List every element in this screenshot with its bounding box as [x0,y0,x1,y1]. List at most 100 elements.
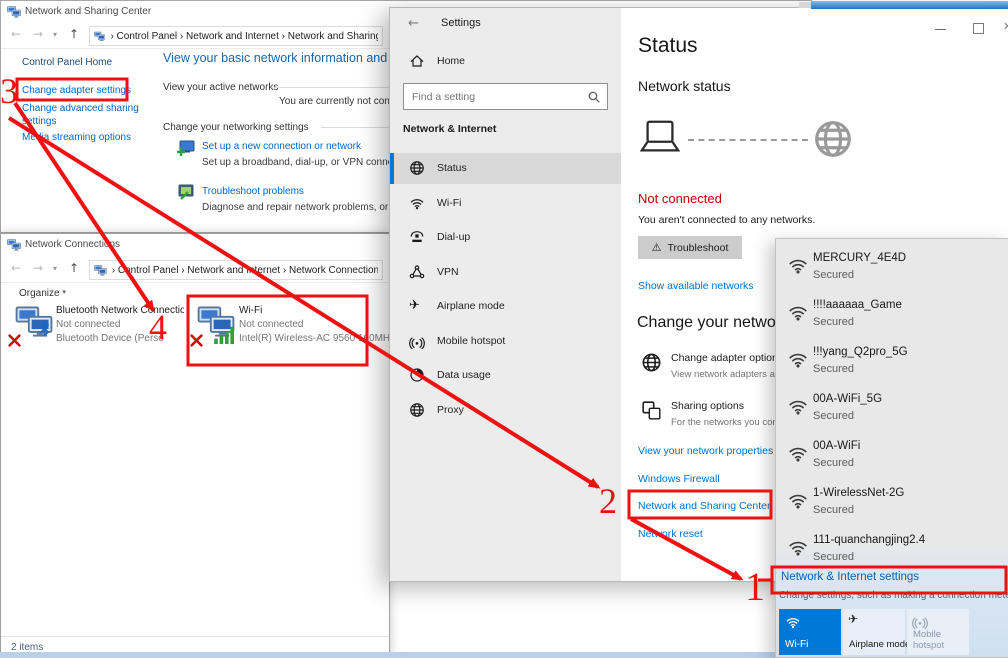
network-internet-settings-link[interactable]: Network & Internet settings [781,571,919,583]
forward-arrow-icon[interactable]: → [33,262,43,274]
adapter-name: Bluetooth Network Connection [56,305,184,316]
signal-bars-icon [213,326,237,344]
search-icon [587,90,601,104]
background-window-titlebar [811,1,1008,9]
change-adapter-options-link[interactable]: Change adapter options [671,352,783,364]
taskbar-edge [0,652,780,658]
sidebar-item-airplane-mode[interactable]: ✈ Airplane mode [390,291,621,322]
connection-state-desc: You aren't connected to any networks. [638,214,815,226]
adapter-status: Not connected [56,319,121,330]
wifi-signal-icon [787,489,809,511]
statusbar-divider [1,636,389,637]
adapter-device: Intel(R) Wireless-AC 9560 160MHz [239,333,389,344]
organize-label: Organize [19,288,60,299]
sidebar-item-proxy[interactable]: Proxy [390,395,621,426]
close-button[interactable]: ✕ [1003,20,1008,33]
organize-menu[interactable]: Organize ▾ [19,288,66,299]
up-arrow-icon[interactable]: ↑ [69,262,79,274]
connection-state: Not connected [638,191,722,206]
wifi-signal-icon [787,536,809,558]
wifi-signal-icon [787,442,809,464]
window-title: Network Connections [25,239,120,250]
window-title: Network and Sharing Center [25,6,151,17]
settings-back-arrow[interactable]: ← [408,16,419,31]
maximize-button[interactable] [965,20,991,38]
sidebar-change-advanced-sharing[interactable]: Change advanced sharing settings [22,102,140,128]
proxy-globe-icon [409,402,425,418]
sidebar-item-dialup[interactable]: Dial-up [390,222,621,253]
hotspot-icon [409,333,425,349]
new-connection-icon [177,140,195,157]
internet-globe-icon [812,118,854,160]
network-sharing-center-link[interactable]: Network and Sharing Center [638,500,771,512]
home-icon [409,53,425,69]
minimize-button[interactable] [927,20,953,38]
sidebar-media-streaming[interactable]: Media streaming options [22,132,131,143]
sidebar-item-vpn[interactable]: VPN [390,257,621,288]
sidebar-item-home[interactable]: Home [390,48,621,76]
sharing-options-icon [641,400,662,421]
history-caret-icon[interactable]: ▾ [53,264,57,273]
wifi-signal-icon [787,254,809,276]
breadcrumb[interactable]: › Control Panel › Network and Internet ›… [110,31,378,42]
network-connections-window: Network Connections ← → ▾ ↑ › Control Pa… [0,233,390,658]
sidebar-change-adapter-settings[interactable]: Change adapter settings [22,85,131,96]
history-caret-icon[interactable]: ▾ [53,30,57,39]
disconnected-x-icon [190,334,203,347]
back-arrow-icon[interactable]: ← [11,262,21,274]
adapter-bluetooth[interactable]: Bluetooth Network Connection Not connect… [1,302,187,356]
change-networking-label: Change your networking settings [163,122,309,133]
wifi-signal-icon [787,301,809,323]
back-arrow-icon[interactable]: ← [11,28,21,40]
wifi-network-item[interactable]: 00A-WiFi_5G Secured [776,390,1007,434]
wifi-network-item[interactable]: !!!!aaaaaa_Game Secured [776,296,1007,340]
breadcrumb-icon [94,31,105,42]
sidebar-item-mobile-hotspot[interactable]: Mobile hotspot [390,326,621,357]
search-box[interactable] [403,83,608,110]
mobile-hotspot-tile[interactable]: Mobile hotspot [907,609,969,655]
setup-connection-link[interactable]: Set up a new connection or network [202,141,361,152]
sidebar-item-wifi[interactable]: Wi-Fi [390,188,621,219]
wifi-network-item[interactable]: 111-quanchangjing2.4 Secured [776,531,1007,575]
airplane-mode-tile[interactable]: ✈ Airplane mode [843,609,905,655]
vpn-icon [409,264,425,280]
wifi-network-item[interactable]: 00A-WiFi Secured [776,437,1007,481]
show-available-networks-link[interactable]: Show available networks [638,280,754,292]
search-input[interactable] [412,88,577,105]
address-bar[interactable]: › Control Panel › Network and Internet ›… [89,260,383,280]
wifi-network-item[interactable]: MERCURY_4E4D Secured [776,249,1007,293]
sharing-options-link[interactable]: Sharing options [671,400,744,412]
wifi-network-item[interactable]: 1-WirelessNet-2G Secured [776,484,1007,528]
sidebar-item-data-usage[interactable]: Data usage [390,360,621,391]
breadcrumb-icon [94,265,107,276]
selected-accent-bar [390,153,394,184]
troubleshoot-problems-icon [177,184,195,201]
troubleshoot-problems-link[interactable]: Troubleshoot problems [202,186,304,197]
wifi-tile[interactable]: Wi-Fi [779,609,841,655]
breadcrumb[interactable]: › Control Panel › Network and Internet ›… [112,265,378,276]
sidebar-home-label: Home [437,55,465,67]
troubleshoot-button[interactable]: ⚠ Troubleshoot [638,236,742,259]
forward-arrow-icon[interactable]: → [33,28,43,40]
airplane-icon: ✈ [409,298,420,313]
address-bar[interactable]: › Control Panel › Network and Internet ›… [89,26,383,46]
active-networks-label: View your active networks [163,82,278,93]
windows-firewall-link[interactable]: Windows Firewall [638,473,720,485]
page-title: Status [638,34,698,58]
wifi-network-item[interactable]: !!!yang_Q2pro_5G Secured [776,343,1007,387]
view-network-properties-link[interactable]: View your network properties [638,445,773,457]
background-window-edge [799,2,811,8]
wifi-icon [409,195,425,211]
sidebar-control-panel-home[interactable]: Control Panel Home [22,57,112,68]
flyout-caption: Change settings, such as making a connec… [779,590,1008,601]
adapter-wifi[interactable]: Wi-Fi Not connected Intel(R) Wireless-AC… [187,302,390,356]
adapter-device: Bluetooth Device (Personal Area ... [56,333,164,344]
dropdown-caret-icon: ▾ [62,288,66,296]
wifi-flyout: MERCURY_4E4D Secured !!!!aaaaaa_Game Sec… [775,238,1008,658]
sidebar-item-status[interactable]: Status [390,153,621,184]
up-arrow-icon[interactable]: ↑ [69,28,79,40]
troubleshoot-label: Troubleshoot [667,242,728,254]
toolbar-divider [1,282,389,283]
network-window-icon [7,239,21,251]
network-reset-link[interactable]: Network reset [638,528,703,540]
